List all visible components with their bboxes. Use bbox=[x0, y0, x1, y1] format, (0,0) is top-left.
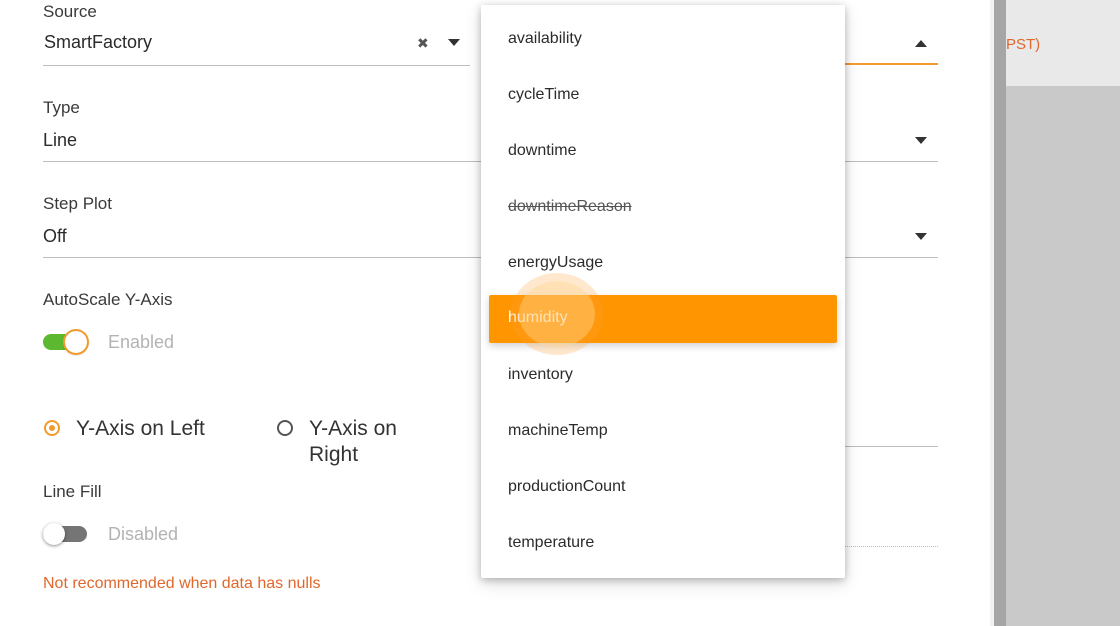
autoscale-state: Enabled bbox=[108, 332, 175, 352]
field-underline-right bbox=[845, 446, 938, 447]
type-underline-right bbox=[845, 161, 938, 162]
line-fill-label: Line Fill bbox=[43, 482, 102, 501]
measure-underline bbox=[845, 63, 938, 65]
scrollbar[interactable] bbox=[994, 0, 1006, 626]
step-plot-underline bbox=[43, 257, 481, 258]
dropdown-item-cycletime[interactable]: cycleTime bbox=[481, 68, 845, 124]
source-label: Source bbox=[43, 2, 97, 21]
line-fill-state: Disabled bbox=[108, 524, 179, 544]
y-axis-right-radio[interactable] bbox=[277, 420, 293, 436]
type-label: Type bbox=[43, 98, 80, 117]
autoscale-toggle[interactable] bbox=[43, 330, 91, 354]
step-plot-value[interactable]: Off bbox=[43, 226, 67, 247]
dropdown-item-energyusage[interactable]: energyUsage bbox=[481, 236, 845, 292]
dropdown-item-downtimereason: downtimeReason bbox=[508, 198, 632, 215]
dropdown-item-availability[interactable]: availability bbox=[481, 12, 845, 68]
source-value[interactable]: SmartFactory bbox=[44, 32, 152, 53]
line-fill-hint: Not recommended when data has nulls bbox=[43, 575, 321, 592]
dotted-divider bbox=[845, 546, 938, 547]
type-value[interactable]: Line bbox=[43, 130, 77, 151]
dropdown-item-temperature[interactable]: temperature bbox=[481, 516, 845, 572]
background-timezone-text: PST) bbox=[1006, 36, 1041, 53]
y-axis-right-label[interactable]: Y-Axis on Right bbox=[309, 416, 419, 468]
y-axis-left-radio[interactable] bbox=[44, 420, 60, 436]
step-plot-label: Step Plot bbox=[43, 194, 112, 213]
chevron-down-icon[interactable] bbox=[915, 233, 927, 240]
y-axis-left-label[interactable]: Y-Axis on Left bbox=[76, 416, 205, 442]
type-underline bbox=[43, 161, 481, 162]
line-fill-toggle[interactable] bbox=[43, 522, 91, 546]
dropdown-item-downtime[interactable]: downtime bbox=[481, 124, 845, 180]
dropdown-item-productioncount[interactable]: productionCount bbox=[481, 460, 845, 516]
dropdown-item-machinetemp[interactable]: machineTemp bbox=[481, 404, 845, 460]
background-panel bbox=[990, 0, 1120, 626]
chevron-down-icon[interactable] bbox=[915, 137, 927, 144]
step-plot-underline-right bbox=[845, 257, 938, 258]
toggle-thumb bbox=[43, 523, 65, 545]
chevron-up-icon[interactable] bbox=[915, 40, 927, 47]
chevron-down-icon[interactable] bbox=[448, 39, 460, 46]
autoscale-label: AutoScale Y-Axis bbox=[43, 290, 173, 309]
click-indicator bbox=[519, 281, 595, 347]
dropdown-item-inventory[interactable]: inventory bbox=[481, 348, 845, 404]
toggle-thumb bbox=[65, 331, 87, 353]
close-icon[interactable]: ✖ bbox=[417, 35, 429, 52]
source-underline bbox=[43, 65, 470, 66]
